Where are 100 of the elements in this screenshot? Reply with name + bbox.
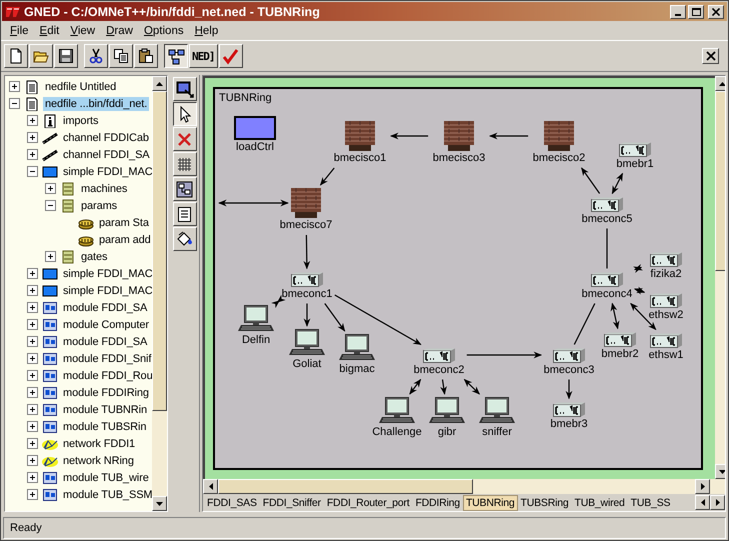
hub-icon[interactable] — [553, 402, 585, 416]
hub-icon[interactable] — [291, 272, 323, 286]
computer-icon[interactable] — [238, 305, 274, 333]
tree-item[interactable]: network FDDI1 — [61, 436, 138, 450]
close-button[interactable] — [708, 4, 724, 18]
expand-icon[interactable] — [27, 285, 38, 296]
paste-button[interactable] — [134, 44, 158, 68]
tree-item[interactable]: gates — [79, 250, 110, 264]
scroll-right-button[interactable] — [695, 479, 710, 494]
folder-button[interactable] — [29, 44, 53, 68]
text-view-button[interactable]: NED] — [189, 44, 218, 68]
grid-tool[interactable] — [173, 152, 197, 176]
tree-item[interactable]: params — [79, 198, 120, 212]
checkmark-button[interactable] — [218, 44, 242, 68]
tab[interactable]: TUBSRing — [518, 494, 572, 510]
computer-icon[interactable] — [289, 329, 325, 357]
tab[interactable]: TUBNRing — [462, 494, 518, 510]
tab[interactable]: TUB_SS — [628, 494, 674, 510]
tree-item[interactable]: module TUBSRin — [61, 420, 148, 434]
scroll-left-button[interactable] — [203, 479, 218, 494]
collapse-icon[interactable] — [9, 98, 20, 109]
tab[interactable]: FDDIRing — [412, 494, 463, 510]
layout-tool[interactable] — [173, 177, 197, 201]
expand-icon[interactable] — [27, 336, 38, 347]
expand-icon[interactable] — [27, 268, 38, 279]
computer-icon[interactable] — [479, 397, 515, 425]
expand-icon[interactable] — [27, 421, 38, 432]
tree-item[interactable]: module TUB_SSM — [61, 488, 152, 502]
expand-icon[interactable] — [27, 404, 38, 415]
paint-bucket-tool[interactable] — [173, 227, 197, 251]
maximize-button[interactable] — [688, 4, 704, 18]
expand-icon[interactable] — [45, 183, 56, 194]
hub-icon[interactable] — [619, 142, 651, 156]
tab[interactable]: TUB_wired — [572, 494, 628, 510]
router-icon[interactable] — [444, 121, 474, 151]
tab-scroll-right-button[interactable] — [710, 495, 725, 510]
computer-icon[interactable] — [339, 334, 375, 362]
collapse-icon[interactable] — [27, 166, 38, 177]
pointer-tool[interactable] — [173, 102, 197, 126]
tab[interactable]: FDDI_Router_port — [324, 494, 412, 510]
tree-item[interactable]: network NRing — [61, 454, 136, 468]
tree-item[interactable]: machines — [79, 182, 130, 196]
hub-icon[interactable] — [423, 348, 455, 362]
tree-item[interactable]: module FDDI_Snif — [61, 352, 152, 366]
tree-item[interactable]: param Sta — [97, 216, 151, 230]
hub-icon[interactable] — [650, 292, 682, 308]
hub-icon[interactable] — [604, 332, 636, 346]
scroll-up-button[interactable] — [152, 76, 167, 91]
router-icon[interactable] — [544, 121, 574, 151]
tree-item[interactable]: module FDDI_Rou — [61, 368, 152, 382]
expand-icon[interactable] — [27, 149, 38, 160]
computer-icon[interactable] — [379, 397, 415, 425]
tree-item[interactable]: module TUBNRin — [61, 402, 149, 416]
menu-item[interactable]: Draw — [101, 25, 139, 37]
tree-item[interactable]: module FDDI_SA — [61, 300, 150, 314]
text-tool[interactable] — [173, 202, 197, 226]
expand-icon[interactable] — [27, 489, 38, 500]
save-button[interactable] — [54, 44, 78, 68]
cut-button[interactable] — [84, 44, 108, 68]
hub-icon[interactable] — [553, 348, 585, 362]
menu-item[interactable]: Help — [190, 25, 224, 37]
hub-icon[interactable] — [591, 196, 623, 212]
menu-item[interactable]: View — [65, 25, 102, 37]
router-icon[interactable] — [345, 121, 375, 151]
tab[interactable]: FDDI_Sniffer — [260, 494, 324, 510]
expand-icon[interactable] — [27, 387, 38, 398]
graph-view-button[interactable] — [164, 44, 188, 68]
expand-icon[interactable] — [27, 370, 38, 381]
expand-icon[interactable] — [27, 438, 38, 449]
delete-tool[interactable] — [173, 127, 197, 151]
tree-item[interactable]: module Computer — [61, 318, 151, 332]
computer-icon[interactable] — [429, 397, 465, 425]
router-icon[interactable] — [291, 188, 321, 218]
tab-scroll-left-button[interactable] — [695, 495, 710, 510]
menu-item[interactable]: Edit — [34, 25, 66, 37]
expand-icon[interactable] — [27, 472, 38, 483]
hub-icon[interactable] — [650, 252, 682, 266]
expand-icon[interactable] — [9, 81, 20, 92]
expand-icon[interactable] — [27, 302, 38, 313]
expand-icon[interactable] — [27, 353, 38, 364]
tree-item[interactable]: simple FDDI_MAC — [61, 266, 152, 280]
expand-icon[interactable] — [27, 115, 38, 126]
tree-item[interactable]: module TUB_wire — [61, 470, 151, 484]
expand-icon[interactable] — [45, 251, 56, 262]
expand-icon[interactable] — [27, 319, 38, 330]
menu-item[interactable]: File — [5, 25, 35, 37]
hub-icon[interactable] — [591, 272, 623, 286]
scroll-down-button[interactable] — [152, 496, 167, 511]
tree-item[interactable]: imports — [61, 114, 100, 128]
copy-button[interactable] — [109, 44, 133, 68]
tree-item[interactable]: channel FDDI_SA — [61, 148, 152, 162]
scrollbar-thumb[interactable] — [218, 479, 473, 494]
expand-icon[interactable] — [27, 455, 38, 466]
tree-item[interactable]: nedfile ...bin/fddi_net. — [43, 96, 150, 110]
region-select-tool[interactable] — [173, 77, 197, 101]
tree-item[interactable]: simple FDDI_MAC — [61, 164, 152, 178]
close-document-button[interactable] — [702, 48, 719, 64]
tree-item[interactable]: param add — [97, 232, 152, 246]
tab[interactable]: FDDI_SAS — [204, 494, 260, 510]
tree-item[interactable]: module FDDI_SA — [61, 334, 150, 348]
